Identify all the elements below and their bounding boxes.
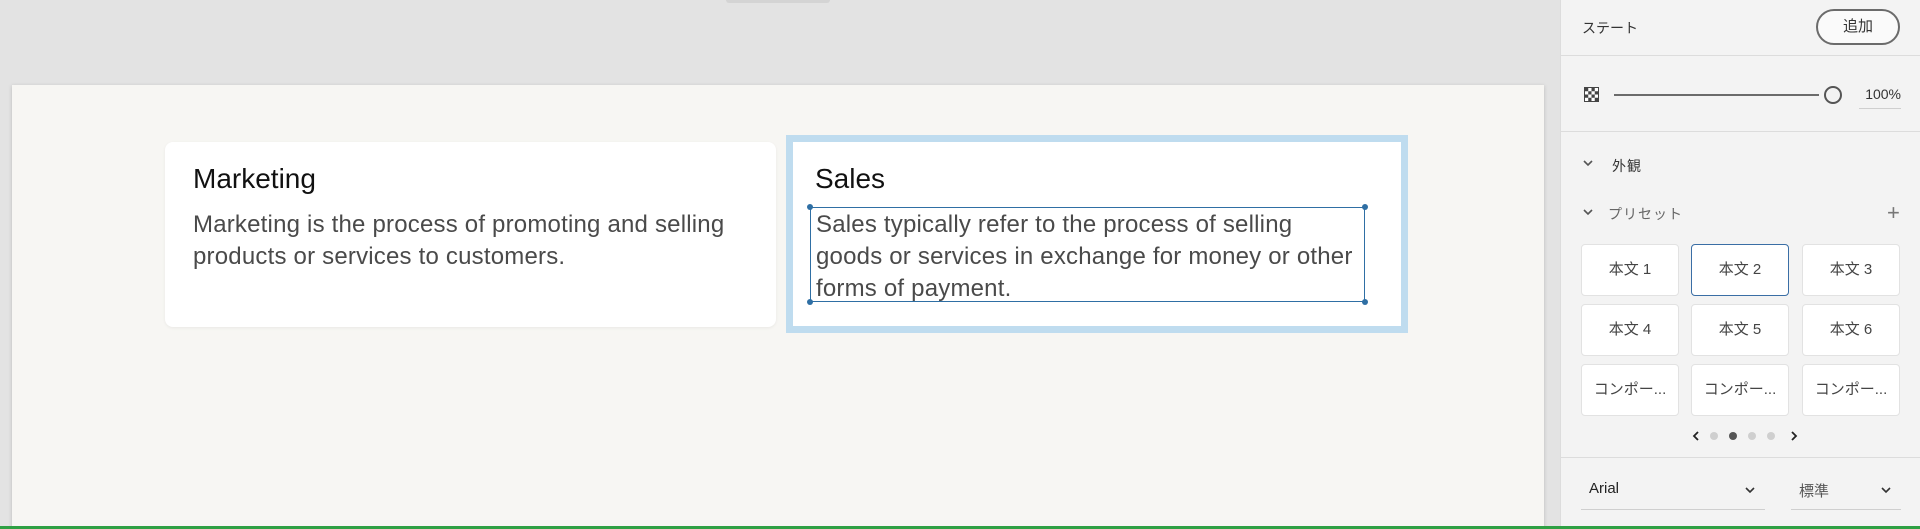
card-body[interactable]: Marketing is the process of promoting an…	[193, 209, 753, 273]
font-family-value: Arial	[1589, 480, 1620, 497]
opacity-value[interactable]: 100%	[1859, 86, 1901, 109]
opacity-slider-thumb[interactable]	[1824, 86, 1842, 104]
page-dot[interactable]	[1748, 432, 1756, 440]
font-family-select[interactable]: Arial	[1581, 476, 1765, 510]
preset-component-2[interactable]: コンポー...	[1691, 364, 1789, 416]
resize-handle[interactable]	[807, 204, 813, 210]
preset-component-1[interactable]: コンポー...	[1581, 364, 1679, 416]
preset-body-1[interactable]: 本文 1	[1581, 244, 1679, 296]
opacity-section: 100%	[1561, 56, 1920, 132]
preset-component-3[interactable]: コンポー...	[1802, 364, 1900, 416]
add-state-button[interactable]: 追加	[1816, 9, 1900, 45]
state-label: ステート	[1582, 20, 1638, 36]
preset-body-6[interactable]: 本文 6	[1802, 304, 1900, 356]
presets-label[interactable]: プリセット	[1608, 204, 1683, 224]
chevron-down-icon	[1745, 487, 1755, 494]
card-title[interactable]: Marketing	[193, 163, 316, 195]
preset-body-5[interactable]: 本文 5	[1691, 304, 1789, 356]
chevron-left-icon[interactable]	[1689, 429, 1703, 443]
chevron-right-icon[interactable]	[1787, 429, 1801, 443]
artboard[interactable]: Marketing Marketing is the process of pr…	[12, 85, 1544, 529]
chevron-down-icon[interactable]	[1581, 205, 1595, 219]
toolbar-hint	[726, 0, 830, 3]
selected-text-box[interactable]: Sales typically refer to the process of …	[807, 204, 1368, 305]
properties-panel: ステート 追加 100% 外観 プリセット + 本文 1 本文 2 本文 3 本…	[1560, 0, 1920, 526]
chevron-down-icon	[1881, 487, 1891, 494]
preset-body-4[interactable]: 本文 4	[1581, 304, 1679, 356]
page-dot[interactable]	[1767, 432, 1775, 440]
canvas-area: Marketing Marketing is the process of pr…	[0, 0, 1560, 529]
marketing-card[interactable]: Marketing Marketing is the process of pr…	[165, 142, 776, 327]
card-title[interactable]: Sales	[815, 163, 885, 195]
resize-handle[interactable]	[1362, 299, 1368, 305]
chevron-down-icon[interactable]	[1581, 156, 1595, 170]
appearance-label[interactable]: 外観	[1612, 156, 1642, 176]
font-weight-select[interactable]: 標準	[1791, 476, 1901, 510]
opacity-slider-track[interactable]	[1614, 94, 1819, 96]
card-body[interactable]: Sales typically refer to the process of …	[816, 209, 1361, 305]
resize-handle[interactable]	[1362, 204, 1368, 210]
page-dot-active[interactable]	[1729, 432, 1737, 440]
resize-handle[interactable]	[807, 299, 813, 305]
page-dot[interactable]	[1710, 432, 1718, 440]
preset-body-2[interactable]: 本文 2	[1691, 244, 1789, 296]
plus-icon[interactable]: +	[1887, 202, 1900, 224]
opacity-checker-icon	[1584, 87, 1599, 102]
preset-body-3[interactable]: 本文 3	[1802, 244, 1900, 296]
sales-card[interactable]: Sales Sales typically refer to the proce…	[786, 135, 1408, 333]
state-section: ステート 追加	[1561, 0, 1920, 56]
font-weight-value: 標準	[1799, 483, 1830, 500]
appearance-section: 外観 プリセット + 本文 1 本文 2 本文 3 本文 4 本文 5 本文 6…	[1561, 132, 1920, 458]
